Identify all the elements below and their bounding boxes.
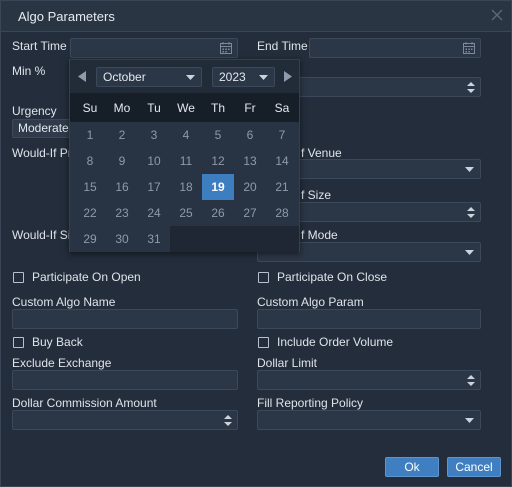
calendar-day[interactable]: 21 <box>266 174 298 200</box>
calendar-day[interactable]: 1 <box>74 122 106 148</box>
grid-empty-area <box>170 226 299 252</box>
weekday-label: Sa <box>274 101 290 115</box>
month-select[interactable]: October <box>96 67 202 87</box>
fill-reporting-select[interactable] <box>257 410 481 430</box>
calendar-day-selected[interactable]: 19 <box>202 174 234 200</box>
stepper-icon[interactable] <box>224 414 232 427</box>
calendar-day[interactable]: 26 <box>202 200 234 226</box>
weekday-header-row: Su Mo Tu We Th Fr Sa <box>70 93 299 122</box>
cancel-button[interactable]: Cancel <box>447 457 501 477</box>
end-time-field[interactable] <box>309 38 481 58</box>
weekday-label: Tu <box>147 101 161 115</box>
chevron-down-icon <box>465 167 474 172</box>
calendar-day[interactable]: 31 <box>138 226 170 252</box>
calendar-day[interactable]: 15 <box>74 174 106 200</box>
exclude-exchange-input[interactable] <box>12 370 238 390</box>
calendar-day[interactable]: 13 <box>234 148 266 174</box>
year-select[interactable]: 2023 <box>212 67 275 87</box>
venue-label: f Venue <box>301 146 342 160</box>
calendar-day[interactable]: 8 <box>74 148 106 174</box>
close-icon[interactable] <box>489 7 505 23</box>
calendar-day[interactable]: 29 <box>74 226 106 252</box>
dialog-title: Algo Parameters <box>18 9 115 24</box>
calendar-day[interactable]: 7 <box>266 122 298 148</box>
would-if-price-label: Would-If Pr <box>12 146 72 160</box>
date-picker-header: October 2023 <box>70 60 299 93</box>
chevron-down-icon <box>465 250 474 255</box>
include-order-volume-label: Include Order Volume <box>277 335 394 349</box>
mode-label: f Mode <box>301 228 338 242</box>
participate-close-label: Participate On Close <box>277 270 388 284</box>
date-picker-popup: October 2023 Su Mo Tu We Th Fr Sa 1 2 3 4 5 6 7 8 9 10 1… <box>69 59 300 252</box>
dollar-commission-label: Dollar Commission Amount <box>12 396 157 410</box>
calendar-day[interactable]: 10 <box>138 148 170 174</box>
calendar-day[interactable]: 2 <box>106 122 138 148</box>
end-time-label: End Time <box>257 39 308 53</box>
calendar-day[interactable]: 3 <box>138 122 170 148</box>
chevron-down-icon <box>186 75 195 80</box>
custom-algo-param-label: Custom Algo Param <box>257 295 364 309</box>
chevron-down-icon <box>259 75 268 80</box>
next-month-icon[interactable] <box>284 71 292 82</box>
calendar-day[interactable]: 11 <box>170 148 202 174</box>
weekday-label: Th <box>210 101 225 115</box>
dollar-limit-label: Dollar Limit <box>257 356 318 370</box>
calendar-day[interactable]: 22 <box>74 200 106 226</box>
participate-open-checkbox[interactable] <box>13 272 24 283</box>
stepper-icon[interactable] <box>467 374 475 387</box>
calendar-day[interactable]: 25 <box>170 200 202 226</box>
calendar-day[interactable]: 12 <box>202 148 234 174</box>
calendar-day[interactable]: 5 <box>202 122 234 148</box>
buy-back-checkbox[interactable] <box>13 337 24 348</box>
calendar-day[interactable]: 14 <box>266 148 298 174</box>
day-grid: 1 2 3 4 5 6 7 8 9 10 11 12 13 14 15 16 17 18 19 20 21 22 23 24 2… <box>70 122 299 252</box>
calendar-day[interactable]: 23 <box>106 200 138 226</box>
urgency-label: Urgency <box>12 104 57 118</box>
fill-reporting-label: Fill Reporting Policy <box>257 396 364 410</box>
month-value: October <box>103 70 146 84</box>
stepper-icon[interactable] <box>467 81 475 94</box>
would-if-size-label: Would-If Si <box>12 228 71 242</box>
buy-back-label: Buy Back <box>32 335 83 349</box>
ok-button[interactable]: Ok <box>385 457 439 477</box>
exclude-exchange-label: Exclude Exchange <box>12 356 112 370</box>
calendar-icon[interactable] <box>462 41 476 55</box>
calendar-day[interactable]: 6 <box>234 122 266 148</box>
urgency-select[interactable]: Moderate <box>12 119 74 138</box>
calendar-day[interactable]: 24 <box>138 200 170 226</box>
calendar-day[interactable]: 20 <box>234 174 266 200</box>
title-bar: Algo Parameters <box>1 1 511 32</box>
custom-algo-param-input[interactable] <box>257 309 481 329</box>
participate-open-label: Participate On Open <box>32 270 141 284</box>
stepper-icon[interactable] <box>467 206 475 219</box>
custom-algo-name-label: Custom Algo Name <box>12 295 116 309</box>
calendar-day[interactable]: 28 <box>266 200 298 226</box>
size-label: f Size <box>301 188 332 202</box>
include-order-volume-checkbox[interactable] <box>258 337 269 348</box>
chevron-down-icon <box>465 418 474 423</box>
calendar-day[interactable]: 9 <box>106 148 138 174</box>
calendar-day[interactable]: 17 <box>138 174 170 200</box>
prev-month-icon[interactable] <box>78 71 86 82</box>
calendar-day[interactable]: 27 <box>234 200 266 226</box>
calendar-day[interactable]: 4 <box>170 122 202 148</box>
participate-close-checkbox[interactable] <box>258 272 269 283</box>
calendar-icon[interactable] <box>219 41 233 55</box>
calendar-day[interactable]: 30 <box>106 226 138 252</box>
calendar-day[interactable]: 18 <box>170 174 202 200</box>
start-time-label: Start Time <box>12 39 67 53</box>
weekday-label: We <box>177 101 195 115</box>
start-time-field[interactable] <box>70 38 238 58</box>
weekday-label: Su <box>82 101 98 115</box>
year-value: 2023 <box>219 70 246 84</box>
dollar-commission-field[interactable] <box>12 410 238 430</box>
custom-algo-name-input[interactable] <box>12 309 238 329</box>
weekday-label: Mo <box>113 101 131 115</box>
min-pct-label: Min % <box>12 64 46 78</box>
dollar-limit-field[interactable] <box>257 370 481 390</box>
calendar-day[interactable]: 16 <box>106 174 138 200</box>
weekday-label: Fr <box>244 101 256 115</box>
